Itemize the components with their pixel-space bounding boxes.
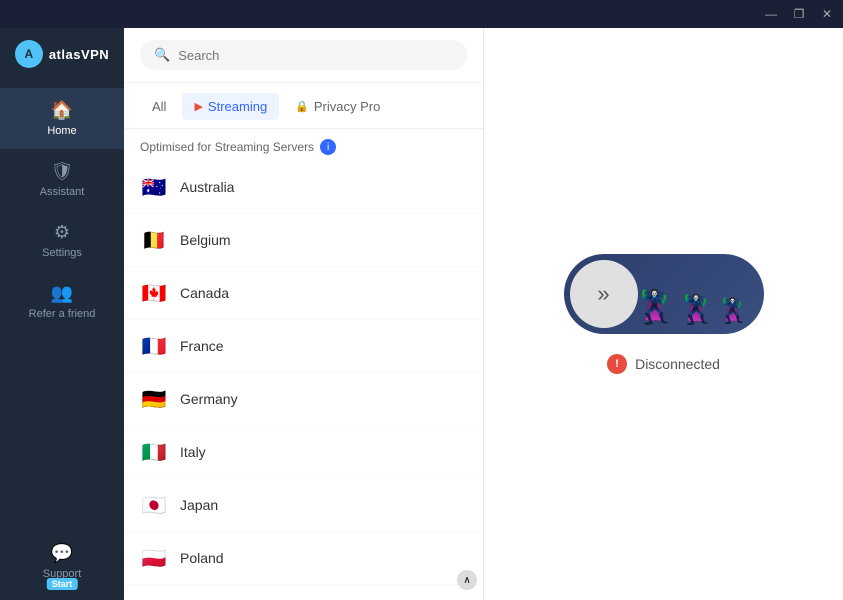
- list-item[interactable]: 🇧🇪 Belgium: [124, 214, 483, 267]
- sidebar-item-label-home: Home: [47, 125, 76, 137]
- search-input-wrap: 🔍: [140, 40, 467, 70]
- minimize-button[interactable]: —: [763, 6, 779, 22]
- server-name-canada: Canada: [180, 285, 229, 301]
- server-list-header-text: Optimised for Streaming Servers: [140, 140, 314, 154]
- server-list-header: Optimised for Streaming Servers i: [124, 129, 483, 161]
- character-1: 🦹: [635, 288, 675, 326]
- tab-streaming-label: Streaming: [208, 99, 267, 114]
- titlebar: — ❐ ✕: [0, 0, 843, 28]
- list-item[interactable]: 🇫🇷 France: [124, 320, 483, 373]
- vpn-toggle[interactable]: » 🦹 🦹 🦹: [564, 254, 764, 334]
- close-button[interactable]: ✕: [819, 6, 835, 22]
- sidebar: A atlasVPN 🏠 Home 🛡 Assistant ⚙ Settings…: [0, 0, 124, 600]
- support-icon: 💬: [51, 543, 73, 564]
- list-item[interactable]: 🇵🇱 Poland: [124, 532, 483, 585]
- sidebar-item-assistant[interactable]: 🛡 Assistant: [0, 149, 124, 210]
- tabs-bar: All ▶ Streaming 🔒 Privacy Pro: [124, 83, 483, 129]
- logo-text: atlasVPN: [49, 47, 109, 62]
- connection-status-text: Disconnected: [635, 356, 720, 372]
- toggle-thumb: »: [570, 260, 638, 328]
- list-item[interactable]: 🇦🇺 Australia: [124, 161, 483, 214]
- flag-belgium: 🇧🇪: [140, 226, 168, 254]
- flag-italy: 🇮🇹: [140, 438, 168, 466]
- sidebar-nav: 🏠 Home 🛡 Assistant ⚙ Settings 👥 Refer a …: [0, 88, 124, 531]
- flag-japan: 🇯🇵: [140, 491, 168, 519]
- search-icon: 🔍: [154, 47, 170, 63]
- search-input[interactable]: [178, 48, 453, 63]
- character-2: 🦹: [679, 293, 714, 326]
- start-badge: Start: [47, 578, 78, 590]
- info-icon[interactable]: i: [320, 139, 336, 155]
- privacy-pro-icon: 🔒: [295, 100, 309, 113]
- vpn-characters: 🦹 🦹 🦹: [635, 288, 748, 326]
- streaming-icon: ▶: [194, 100, 202, 113]
- server-name-belgium: Belgium: [180, 232, 231, 248]
- main-area: 🔍 All ▶ Streaming 🔒 Privacy Pro Optimise…: [124, 28, 843, 600]
- assistant-icon: 🛡: [51, 161, 74, 182]
- settings-icon: ⚙: [54, 222, 70, 243]
- flag-france: 🇫🇷: [140, 332, 168, 360]
- vpn-toggle-area: » 🦹 🦹 🦹 ! Disconnected: [564, 254, 764, 374]
- search-bar: 🔍: [124, 28, 483, 83]
- connection-status-row: ! Disconnected: [607, 354, 720, 374]
- tab-all[interactable]: All: [140, 93, 178, 120]
- server-name-italy: Italy: [180, 444, 206, 460]
- list-item[interactable]: 🇩🇪 Germany: [124, 373, 483, 426]
- sidebar-item-label-settings: Settings: [42, 247, 82, 259]
- maximize-button[interactable]: ❐: [791, 6, 807, 22]
- sidebar-item-label-refer: Refer a friend: [29, 308, 96, 320]
- server-name-poland: Poland: [180, 550, 224, 566]
- main-content: 🔍 All ▶ Streaming 🔒 Privacy Pro Optimise…: [124, 28, 843, 600]
- server-name-japan: Japan: [180, 497, 218, 513]
- sidebar-item-refer[interactable]: 👥 Refer a friend: [0, 271, 124, 332]
- toggle-arrow-icon: »: [597, 281, 609, 307]
- flag-australia: 🇦🇺: [140, 173, 168, 201]
- tab-streaming[interactable]: ▶ Streaming: [182, 93, 279, 120]
- sidebar-bottom: 💬 Support Start: [0, 531, 124, 600]
- logo-icon: A: [15, 40, 43, 68]
- connection-panel: » 🦹 🦹 🦹 ! Disconnected: [484, 28, 843, 600]
- list-item[interactable]: 🇪🇸 Spain: [124, 585, 483, 600]
- tab-privacy-pro[interactable]: 🔒 Privacy Pro: [283, 93, 392, 120]
- flag-poland: 🇵🇱: [140, 544, 168, 572]
- refer-icon: 👥: [51, 283, 73, 304]
- home-icon: 🏠: [51, 100, 73, 121]
- sidebar-item-home[interactable]: 🏠 Home: [0, 88, 124, 149]
- server-list[interactable]: 🇦🇺 Australia 🇧🇪 Belgium 🇨🇦 Canada 🇫🇷 Fra…: [124, 161, 483, 600]
- list-item[interactable]: 🇯🇵 Japan: [124, 479, 483, 532]
- flag-germany: 🇩🇪: [140, 385, 168, 413]
- server-name-germany: Germany: [180, 391, 238, 407]
- flag-canada: 🇨🇦: [140, 279, 168, 307]
- list-item[interactable]: 🇮🇹 Italy: [124, 426, 483, 479]
- disconnected-icon: !: [607, 354, 627, 374]
- logo: A atlasVPN: [0, 28, 124, 88]
- sidebar-item-label-assistant: Assistant: [40, 186, 85, 198]
- sidebar-item-settings[interactable]: ⚙ Settings: [0, 210, 124, 271]
- server-name-france: France: [180, 338, 224, 354]
- server-panel: 🔍 All ▶ Streaming 🔒 Privacy Pro Optimise…: [124, 28, 484, 600]
- tab-privacy-pro-label: Privacy Pro: [314, 99, 380, 114]
- character-3: 🦹: [718, 297, 748, 326]
- sidebar-item-support[interactable]: 💬 Support Start: [0, 531, 124, 592]
- scroll-up-button[interactable]: ∧: [457, 570, 477, 590]
- server-name-australia: Australia: [180, 179, 234, 195]
- list-item[interactable]: 🇨🇦 Canada: [124, 267, 483, 320]
